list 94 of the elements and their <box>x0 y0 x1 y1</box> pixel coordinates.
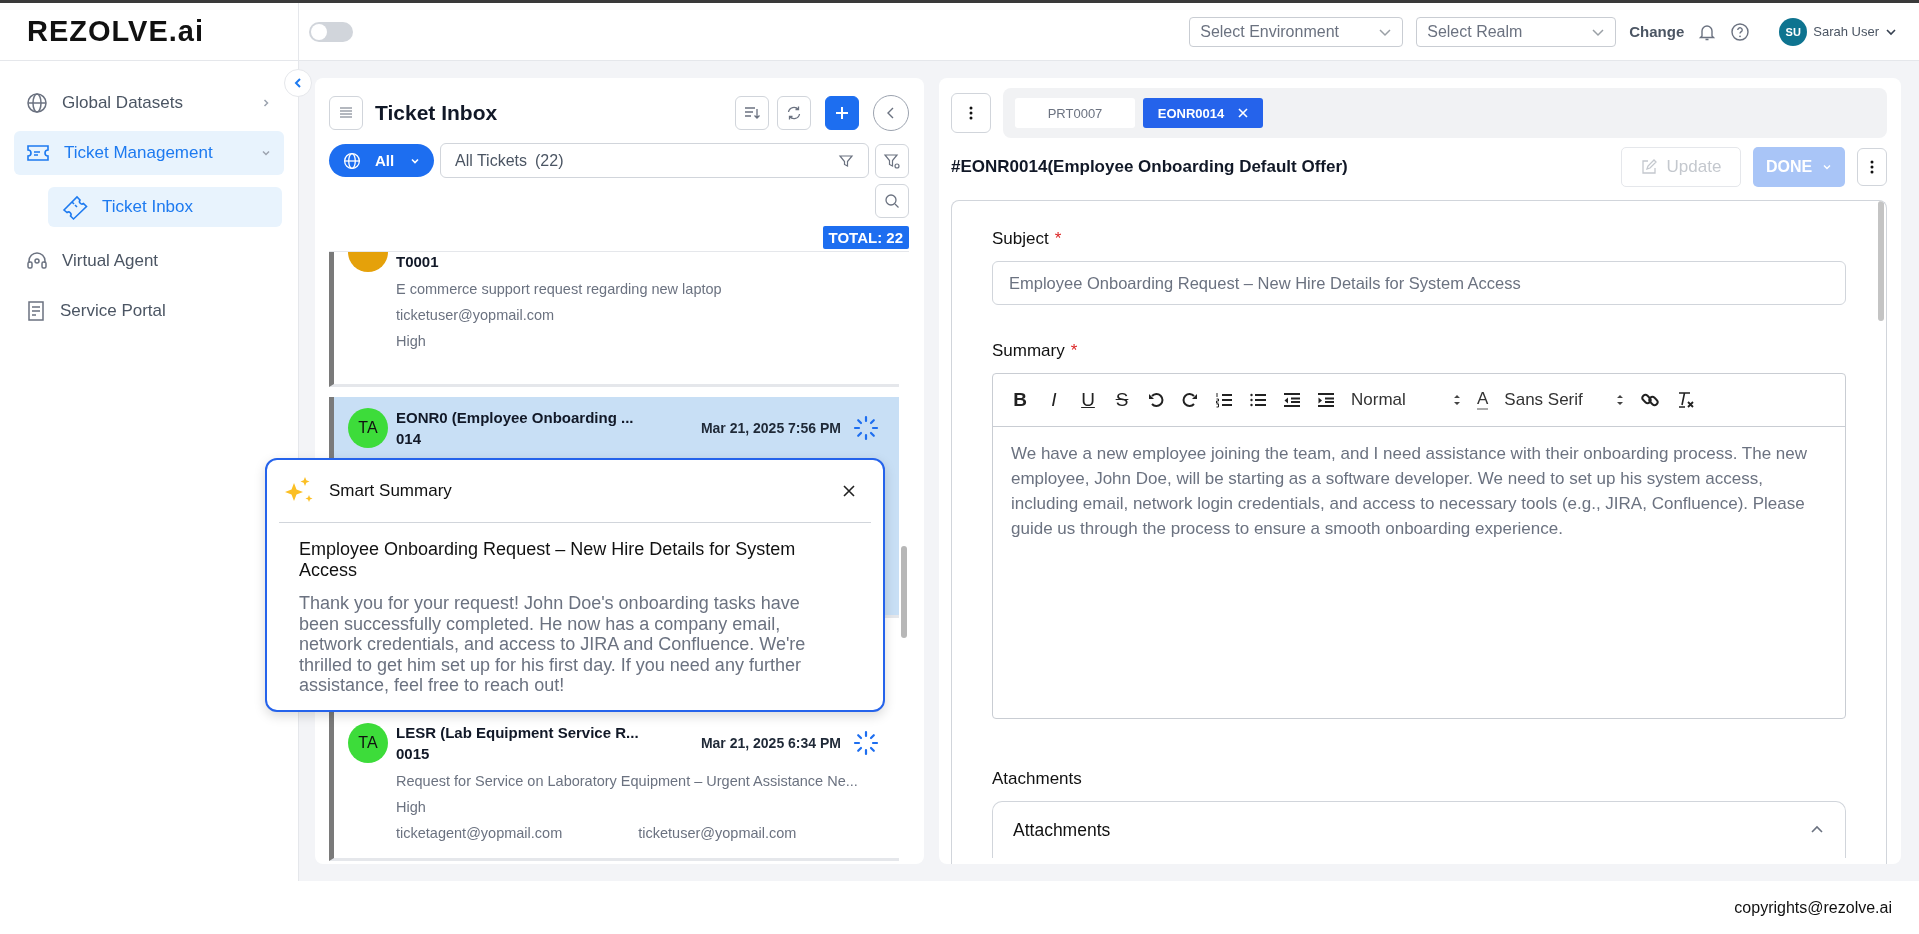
summary-heading: Employee Onboarding Request – New Hire Details for System Access <box>299 539 797 581</box>
refresh-icon <box>785 104 803 122</box>
close-icon[interactable] <box>841 483 857 499</box>
field-label: Summary <box>992 341 1065 361</box>
ticket-icon <box>26 143 50 163</box>
ticket-heading: #EONR0014(Employee Onboarding Default Offer) <box>951 157 1348 177</box>
ticket-tab[interactable]: PRT0007 <box>1015 98 1135 128</box>
ticket-number: 014 <box>396 429 423 449</box>
header-select[interactable]: Normal <box>1351 390 1461 410</box>
list-icon <box>338 105 354 121</box>
undo-icon[interactable] <box>1147 391 1165 409</box>
spinner-icon <box>853 415 879 441</box>
outdent-icon[interactable] <box>1283 391 1301 409</box>
realm-select[interactable]: Select Realm <box>1416 16 1617 47</box>
scope-dropdown[interactable]: All <box>329 144 434 177</box>
sidebar-item[interactable]: Global Datasets <box>14 81 284 125</box>
logo: REZOLVE.ai <box>27 15 205 48</box>
total-badge: TOTAL: 22 <box>822 226 909 249</box>
ticket-priority: High <box>396 332 427 351</box>
ticket-date: Mar 21, 2025 6:34 PM <box>700 735 841 751</box>
environment-select[interactable]: Select Environment <box>1189 16 1404 47</box>
up-down-icon <box>1616 393 1625 407</box>
agent-email: ticketagent@yopmail.com <box>396 824 563 843</box>
ticket-date: Mar 21, 2025 7:56 PM <box>700 420 841 436</box>
change-link[interactable]: Change <box>1629 23 1685 40</box>
ticket-number: T0001 <box>396 252 440 272</box>
copyright-text: copyrights@rezolve.ai <box>1734 898 1892 917</box>
sidebar-item[interactable]: Ticket Management <box>14 131 284 175</box>
chevron-left-icon <box>293 77 303 89</box>
add-button[interactable] <box>825 96 859 130</box>
sidebar-item[interactable]: Virtual Agent <box>14 239 284 283</box>
required-mark: * <box>1054 229 1062 249</box>
chevron-down-icon <box>1822 162 1833 172</box>
font-select[interactable]: Sans Serif <box>1504 390 1625 410</box>
numbered-list-icon[interactable] <box>1215 391 1233 409</box>
field-label: Subject <box>992 229 1049 249</box>
ticket-number: 0015 <box>396 744 431 764</box>
summary-text: Thank you for your request! John Doe's onboarding tasks have been successfully completed. He now has a company email, network credentials, and access to JIRA and Confluence. We're thrilled to get him set up for his first day. If you need any further assistance, feel free to reach out! <box>299 593 807 696</box>
document-icon <box>26 300 46 322</box>
ticket-card[interactable]: T0001 E commerce support request regarding new laptop ticketuser@yopmail.com High <box>329 252 899 387</box>
sidebar-subitem[interactable]: Ticket Inbox <box>48 187 282 227</box>
format-button[interactable]: B <box>1011 389 1029 411</box>
requester-email: ticketuser@yopmail.com <box>638 824 797 843</box>
required-mark: * <box>1070 341 1078 361</box>
kebab-icon <box>1870 160 1874 174</box>
ticket-description: E commerce support request regarding new laptop <box>396 280 723 299</box>
bullet-list-icon[interactable] <box>1249 391 1267 409</box>
attachments-accordion[interactable]: Attachments <box>992 801 1846 858</box>
ticket-title: EONR0 (Employee Onboarding ... <box>396 408 635 428</box>
globe-icon <box>343 151 361 170</box>
text-color-button[interactable]: A <box>1477 390 1489 410</box>
search-button[interactable] <box>875 184 909 218</box>
sidebar-item[interactable]: Service Portal <box>14 289 284 333</box>
filter-gear-icon <box>883 151 901 170</box>
spinner-icon <box>853 730 879 756</box>
plus-icon <box>834 105 850 121</box>
scrollbar-thumb[interactable] <box>1878 201 1884 321</box>
toggle-switch[interactable] <box>309 21 353 42</box>
field-label: Atachments <box>992 769 1082 789</box>
user-name[interactable]: Sarah User <box>1813 24 1879 39</box>
format-button[interactable]: S <box>1113 389 1131 411</box>
format-button[interactable]: I <box>1045 389 1063 411</box>
inbox-title: Ticket Inbox <box>375 101 498 125</box>
search-icon <box>884 193 900 209</box>
ticket-filter-field[interactable]: All Tickets (22) <box>440 143 869 178</box>
kebab-icon <box>969 106 973 120</box>
summary-text: We have a new employee joining the team, and I need assistance with their onboarding process. The new employee, John Doe, will be starting as a software developer. We need to set up his system access, including email, network login credentials, and access to necessary tools (e.g., JIRA, Confluence). Please guide us through the process to ensure a smooth onboarding experience. <box>1010 443 1809 540</box>
filter-icon[interactable] <box>838 152 854 169</box>
filter-settings-button[interactable] <box>875 143 909 178</box>
avatar: TA <box>348 723 388 763</box>
indent-icon[interactable] <box>1317 391 1335 409</box>
avatar: TA <box>348 408 388 448</box>
ticket-tab[interactable]: EONR0014 <box>1143 98 1263 128</box>
help-icon[interactable] <box>1730 21 1751 42</box>
refresh-button[interactable] <box>777 96 811 130</box>
ticket-priority: High <box>396 798 427 817</box>
clear-format-icon[interactable] <box>1676 390 1697 410</box>
format-button[interactable]: U <box>1079 389 1097 411</box>
sort-button[interactable] <box>735 96 769 130</box>
headset-icon <box>26 250 48 272</box>
ticket-icon <box>60 193 88 221</box>
ticket-title: LESR (Lab Equipment Service R... <box>396 723 640 743</box>
edit-icon <box>1640 159 1657 175</box>
scrollbar-thumb[interactable] <box>901 546 907 638</box>
globe-icon <box>26 92 48 114</box>
user-avatar[interactable]: SU <box>1779 17 1808 46</box>
collapse-button[interactable] <box>284 69 312 97</box>
up-down-icon <box>1453 393 1461 407</box>
redo-icon[interactable] <box>1181 391 1199 409</box>
requester-email: ticketuser@yopmail.com <box>396 306 556 325</box>
ticket-description: Request for Service on Laboratory Equipment – Urgent Assistance Ne... <box>396 772 859 791</box>
popup-title: Smart Summary <box>329 481 452 501</box>
subject-field[interactable]: Employee Onboarding Request – New Hire Details for System Access <box>992 261 1846 305</box>
rich-text-editor[interactable] <box>992 373 1846 719</box>
